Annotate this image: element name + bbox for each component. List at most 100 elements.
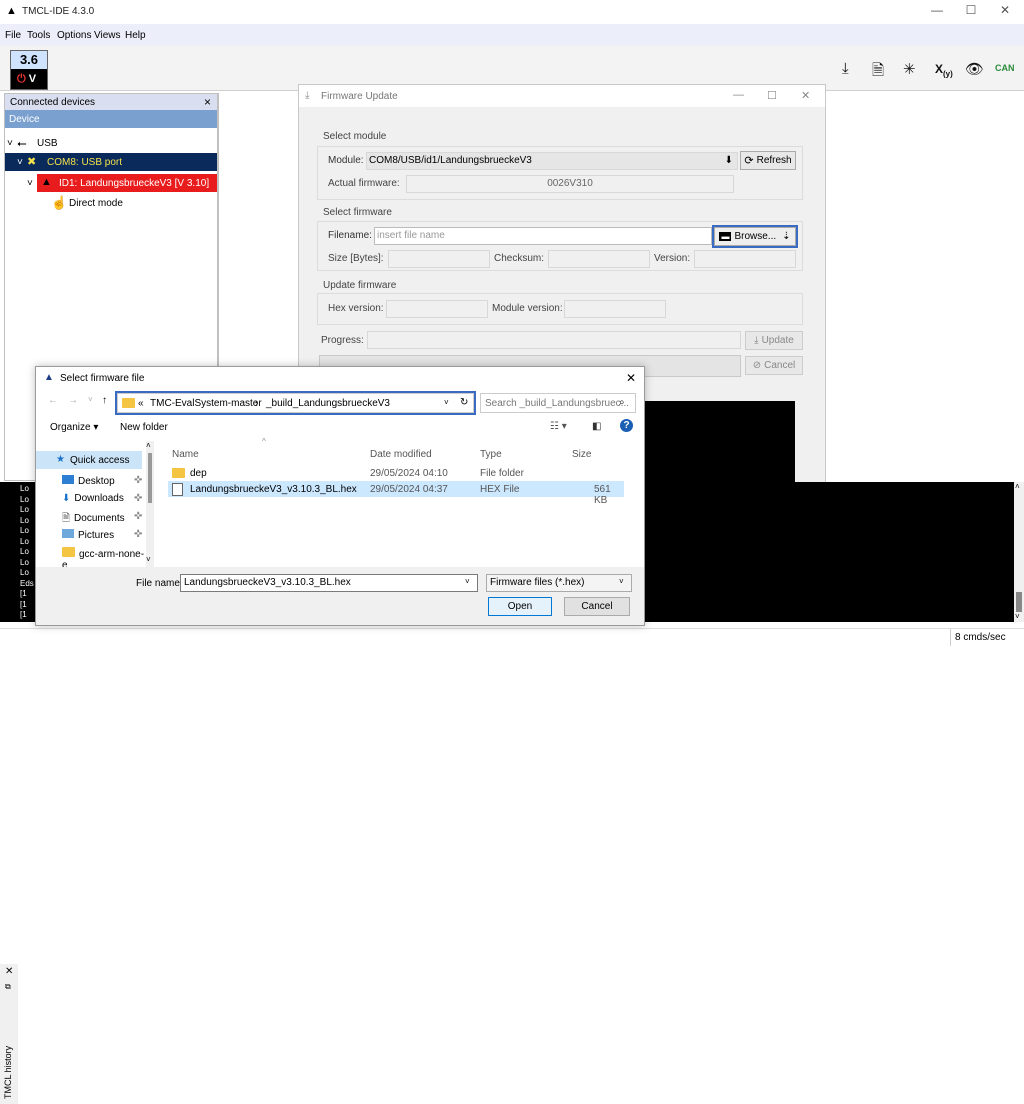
nav-pane-scrollbar[interactable]: ˄ ˅ [146, 441, 154, 567]
search-input[interactable]: Search _build_Landungsbruec... ⌕ [480, 393, 636, 413]
version-field [694, 250, 796, 268]
sidebar-item-documents[interactable]: 🗎 Documents ✜ [62, 511, 142, 528]
open-button[interactable]: Open [488, 597, 552, 616]
table-row[interactable]: dep 29/05/2024 04:10 File folder [168, 465, 624, 481]
version-number: 3.6 [11, 51, 47, 69]
browse-button[interactable]: ▬ Browse... ⇣ [712, 225, 798, 248]
device-column-header[interactable]: Device [5, 110, 217, 128]
close-button[interactable]: ✕ [626, 371, 636, 385]
magic-wand-icon[interactable]: ✳ [903, 60, 916, 78]
close-button[interactable]: ✕ [990, 3, 1020, 17]
file-type-select[interactable]: Firmware files (*.hex) ˅ [486, 574, 632, 592]
eye-icon[interactable]: 👁 [965, 60, 984, 78]
chevron-down-icon: ⬇ [724, 155, 733, 166]
folder-icon [62, 547, 75, 557]
select-firmware-heading: Select firmware [323, 207, 392, 218]
cancel-update-button[interactable]: ⊘ Cancel [745, 356, 803, 375]
column-name[interactable]: Name [172, 449, 199, 460]
sidebar-item-downloads[interactable]: ⬇ Downloads ✜ [62, 493, 142, 504]
menu-options[interactable]: Options [57, 30, 91, 41]
power-icon: ⏻ [17, 73, 26, 85]
chevron-down-icon[interactable]: ˅ [444, 398, 449, 407]
download-icon[interactable]: ⤓ [842, 60, 849, 77]
minimize-button[interactable]: — [733, 89, 744, 101]
close-button[interactable]: ✕ [801, 89, 810, 102]
pictures-icon [62, 529, 74, 538]
module-select[interactable]: COM8/USB/id1/LandungsbrueckeV3 ⬇ [366, 152, 738, 170]
desktop-icon [62, 475, 74, 484]
select-firmware-group: Filename: insert file name ▬ Browse... ⇣… [317, 221, 803, 271]
chevron-down-icon[interactable]: ˅ [465, 577, 470, 586]
chevron-down-icon: ˅ [619, 577, 624, 586]
chevron-down-icon: ˅ [27, 178, 33, 189]
menu-views[interactable]: Views [94, 30, 121, 41]
chevron-down-icon[interactable]: ˅ [146, 555, 151, 564]
menu-file[interactable]: File [5, 30, 21, 41]
scrollbar-thumb[interactable] [1016, 592, 1022, 612]
breadcrumb-item[interactable]: TMC-EvalSystem-master [150, 398, 262, 409]
chevron-up-icon[interactable]: ˄ [1015, 482, 1020, 491]
chevron-down-icon[interactable]: ˅ [88, 395, 93, 404]
organize-button[interactable]: Organize ▾ [50, 422, 98, 433]
forward-icon[interactable]: → [68, 395, 78, 406]
select-module-group: Module: COM8/USB/id1/LandungsbrueckeV3 ⬇… [317, 146, 803, 200]
dialog-titlebar: ▲ Select firmware file ✕ [36, 367, 644, 389]
scrollbar-thumb[interactable] [148, 453, 152, 503]
pin-icon[interactable]: ⧉ [5, 982, 11, 992]
help-icon[interactable]: ? [620, 419, 633, 432]
cancel-button[interactable]: Cancel [564, 597, 630, 616]
maximize-button[interactable]: ☐ [767, 89, 777, 102]
pin-icon: ✜ [134, 529, 143, 540]
maximize-button[interactable]: ☐ [956, 3, 986, 17]
checksum-field [548, 250, 650, 268]
address-bar[interactable]: « TMC-EvalSystem-master › _build_Landung… [115, 391, 476, 415]
column-size[interactable]: Size [572, 449, 591, 460]
refresh-button[interactable]: ⟳ Refresh [740, 151, 796, 170]
download-icon: ⬇ [62, 493, 71, 504]
minimize-button[interactable]: — [922, 3, 952, 17]
table-row[interactable]: LandungsbrueckeV3_v3.10.3_BL.hex 29/05/2… [168, 481, 624, 506]
refresh-icon: ⟳ [744, 155, 754, 167]
star-icon: ★ [56, 454, 65, 465]
file-name-input[interactable]: LandungsbrueckeV3_v3.10.3_BL.hex ˅ [180, 574, 478, 592]
menu-bar: File Tools Options Views Help [0, 24, 1024, 47]
file-search-icon[interactable]: 🗎 [872, 60, 884, 85]
menu-tools[interactable]: Tools [27, 30, 50, 41]
update-button[interactable]: ⤓ Update [745, 331, 803, 350]
refresh-icon[interactable]: ↻ [460, 397, 468, 408]
hex-version-field [386, 300, 488, 318]
tree-item-direct-mode[interactable]: ☝ Direct mode [5, 194, 217, 212]
version-badge[interactable]: 3.6 ⏻ V [10, 50, 48, 90]
window-title: TMCL-IDE 4.3.0 [22, 6, 95, 17]
menu-help[interactable]: Help [125, 30, 146, 41]
quick-access-item[interactable]: ★ Quick access [36, 451, 142, 469]
breadcrumb-item[interactable]: _build_LandungsbrueckeV3 [266, 398, 390, 409]
file-icon [172, 483, 183, 496]
chevron-down-icon: ˅ [17, 157, 23, 168]
new-folder-button[interactable]: New folder [120, 422, 168, 433]
tree-item-board[interactable]: ˅ ▲ ID1: LandungsbrueckeV3 [V 3.10] [27, 174, 217, 192]
hand-icon: ☝ [51, 195, 68, 210]
console-scrollbar[interactable]: ˄ ˅ [1014, 482, 1024, 622]
up-icon[interactable]: ↑ [102, 395, 107, 406]
xy-plot-icon[interactable]: X(y) [935, 62, 953, 78]
select-firmware-file-dialog: ▲ Select firmware file ✕ ← → ˅ ↑ « TMC-E… [35, 366, 645, 626]
filename-input[interactable]: insert file name [374, 227, 712, 245]
back-icon[interactable]: ← [48, 395, 58, 406]
column-type[interactable]: Type [480, 449, 502, 460]
chevron-down-icon[interactable]: ˅ [1015, 612, 1020, 621]
command-bar: Organize ▾ New folder ☷ ▾ ◧ ? [36, 417, 644, 439]
view-options-icon[interactable]: ☷ ▾ [550, 421, 567, 432]
preview-pane-icon[interactable]: ◧ [592, 421, 601, 432]
panel-close-icon[interactable]: × [204, 95, 211, 109]
tree-item-com8[interactable]: ˅ ✖ COM8: USB port [5, 153, 217, 171]
folder-icon [122, 398, 135, 408]
sidebar-item-pictures[interactable]: Pictures ✜ [62, 529, 142, 541]
can-icon[interactable]: CAN [995, 63, 1015, 73]
sidebar-item-desktop[interactable]: Desktop ✜ [62, 475, 142, 487]
tree-item-usb[interactable]: ˅ ⭠ USB [5, 134, 217, 152]
chevron-up-icon[interactable]: ˄ [146, 441, 151, 450]
column-date[interactable]: Date modified [370, 449, 432, 460]
history-lines: Lo Lo Lo Lo Lo Lo Lo Lo Lo Eds [1 [1 [1 [20, 484, 34, 619]
close-icon[interactable]: ✕ [5, 966, 13, 977]
